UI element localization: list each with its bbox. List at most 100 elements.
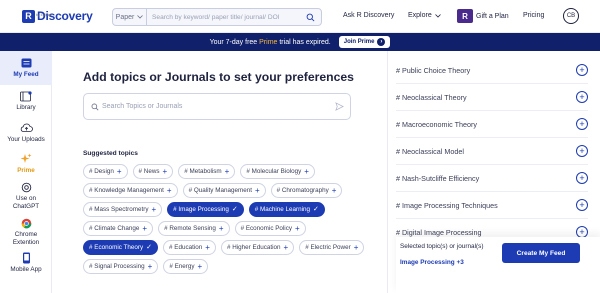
sidebar-label: Mobile App — [10, 266, 42, 273]
sidebar-item-chrome-extention[interactable]: Chrome Extention — [0, 217, 52, 246]
sidebar-item-my-feed[interactable]: My Feed — [0, 51, 52, 85]
topic-chip-label: # Electric Power — [305, 244, 351, 251]
explore-label: Explore — [408, 12, 432, 19]
join-prime-label: Join Prime — [343, 39, 375, 45]
trial-expired-banner: Your 7-day free Prime trial has expired.… — [0, 33, 600, 51]
topic-chip[interactable]: # Metabolism + — [178, 164, 236, 179]
related-topic-row: # Neoclassical Theory + — [396, 84, 588, 111]
topic-chip[interactable]: # Higher Education + — [220, 240, 295, 255]
chatgpt-icon — [19, 181, 33, 193]
search-type-dropdown[interactable]: Paper — [113, 9, 147, 25]
related-topic-row: # Macroeconomic Theory + — [396, 111, 588, 138]
related-topic-row: # Neoclassical Model + — [396, 138, 588, 165]
plus-icon: + — [353, 242, 359, 252]
global-search-bar: Paper Search by keyword/ paper title/ jo… — [112, 8, 322, 26]
topic-chip[interactable]: # Remote Sensing + — [158, 221, 230, 236]
topic-chip[interactable]: # Climate Change + — [83, 221, 154, 236]
check-icon: ✓ — [231, 205, 238, 213]
plus-icon: + — [162, 166, 168, 176]
add-topic-button[interactable]: + — [576, 91, 588, 103]
search-type-label: Paper — [115, 13, 135, 21]
selected-topics-summary[interactable]: Image Processing +3 — [400, 259, 464, 266]
related-topic-row: # Image Processing Techniques + — [396, 192, 588, 219]
sidebar-item-use-on-chatgpt[interactable]: Use on ChatGPT — [0, 181, 52, 210]
topic-chip-label: # Molecular Biology — [246, 168, 302, 175]
topic-chip[interactable]: # Knowledge Management + — [83, 183, 178, 198]
banner-text-post: trial has expired. — [277, 38, 331, 46]
explore-menu[interactable]: Explore — [408, 12, 441, 19]
logo-mark: R — [22, 9, 35, 23]
topic-chip[interactable]: # Chromatography + — [270, 183, 343, 198]
upload-icon — [19, 122, 33, 134]
topic-chip-label: # News — [138, 168, 160, 175]
topic-chip-label: # Chromatography — [276, 187, 329, 194]
plus-icon: + — [116, 166, 122, 176]
r-discovery-logo[interactable]: R Discovery — [22, 9, 93, 23]
gift-a-plan-link[interactable]: R Gift a Plan — [457, 9, 509, 23]
sidebar-item-mobile-app[interactable]: Mobile App — [0, 252, 52, 274]
topic-chip[interactable]: # Machine Learning ✓ — [248, 202, 325, 217]
related-topic-label: # Public Choice Theory — [396, 65, 471, 75]
sidebar-label: Library — [16, 104, 36, 111]
ask-r-discovery-link[interactable]: Ask R Discovery — [343, 12, 394, 19]
topic-chip[interactable]: # News + — [132, 164, 174, 179]
add-topic-button[interactable]: + — [576, 172, 588, 184]
search-button[interactable] — [303, 10, 317, 24]
sidebar: My Feed Library Your Uploads Prime Use o… — [0, 51, 52, 293]
create-my-feed-button[interactable]: Create My Feed — [502, 243, 580, 263]
topic-search-input[interactable]: Search Topics or Journals — [83, 93, 351, 120]
add-topic-button[interactable]: + — [576, 199, 588, 211]
send-icon[interactable] — [335, 102, 344, 111]
topic-chip[interactable]: # Economic Theory ✓ — [83, 240, 159, 255]
global-search-input[interactable]: Search by keyword/ paper title/ journal/… — [147, 14, 303, 21]
check-icon: ✓ — [313, 205, 319, 213]
plus-icon: + — [224, 166, 230, 176]
topic-chip-label: # Image Processing — [173, 206, 229, 213]
topic-chip[interactable]: # Design + — [83, 164, 128, 179]
add-topic-button[interactable]: + — [576, 64, 588, 76]
sidebar-item-your-uploads[interactable]: Your Uploads — [0, 122, 52, 144]
page-title: Add topics or Journals to set your prefe… — [83, 70, 354, 84]
add-topic-button[interactable]: + — [576, 145, 588, 157]
plus-icon: + — [197, 261, 203, 271]
topic-chip[interactable]: # Economic Policy + — [234, 221, 306, 236]
topic-chip-label: # Economic Theory — [89, 244, 144, 251]
add-topic-button[interactable]: + — [576, 118, 588, 130]
topic-chip[interactable]: # Quality Management + — [182, 183, 266, 198]
library-icon — [19, 90, 33, 102]
sidebar-label: My Feed — [13, 71, 39, 79]
prime-sparkle-icon — [19, 153, 33, 165]
arrow-right-icon: › — [377, 38, 386, 46]
topic-chip[interactable]: # Molecular Biology + — [240, 164, 315, 179]
suggested-topics-heading: Suggested topics — [83, 150, 138, 157]
topic-chip-label: # Energy — [169, 263, 195, 270]
topic-chip[interactable]: # Electric Power + — [299, 240, 365, 255]
sidebar-item-prime[interactable]: Prime — [0, 153, 52, 175]
plus-icon: + — [331, 185, 337, 195]
join-prime-button[interactable]: Join Prime › — [338, 36, 391, 48]
user-avatar[interactable]: CB — [563, 8, 579, 24]
topic-chip[interactable]: # Education + — [163, 240, 216, 255]
banner-message: Your 7-day free Prime trial has expired. — [210, 39, 331, 46]
mobile-icon — [19, 252, 33, 264]
related-topics-panel: # Public Choice Theory + # Neoclassical Th… — [387, 51, 600, 293]
banner-text-prime: Prime — [259, 38, 278, 46]
topic-chip-label: # Mass Spectrometry — [89, 206, 149, 213]
selected-topics-footer: Selected topic(s) or journal(s) Image Pr… — [396, 237, 600, 293]
topic-chip[interactable]: # Signal Processing + — [83, 259, 159, 274]
pricing-link[interactable]: Pricing — [523, 12, 544, 19]
selected-topics-label: Selected topic(s) or journal(s) — [400, 243, 484, 250]
preferences-panel: Add topics or Journals to set your prefe… — [52, 51, 387, 293]
plus-icon: + — [304, 166, 309, 176]
related-topic-row: # Public Choice Theory + — [396, 57, 588, 84]
related-topics-list: # Public Choice Theory + # Neoclassical Th… — [396, 57, 588, 246]
plus-icon: + — [151, 204, 157, 214]
topic-chip[interactable]: # Image Processing ✓ — [167, 202, 244, 217]
top-navigation-bar: R Discovery by Editage Paper Search by k… — [0, 0, 600, 33]
topic-chip[interactable]: # Mass Spectrometry + — [83, 202, 163, 217]
search-icon — [91, 103, 99, 110]
sidebar-item-library[interactable]: Library — [0, 90, 52, 112]
topic-chip[interactable]: # Energy + — [163, 259, 209, 274]
chrome-icon — [19, 217, 33, 229]
related-topic-label: # Digital Image Processing — [396, 227, 482, 237]
